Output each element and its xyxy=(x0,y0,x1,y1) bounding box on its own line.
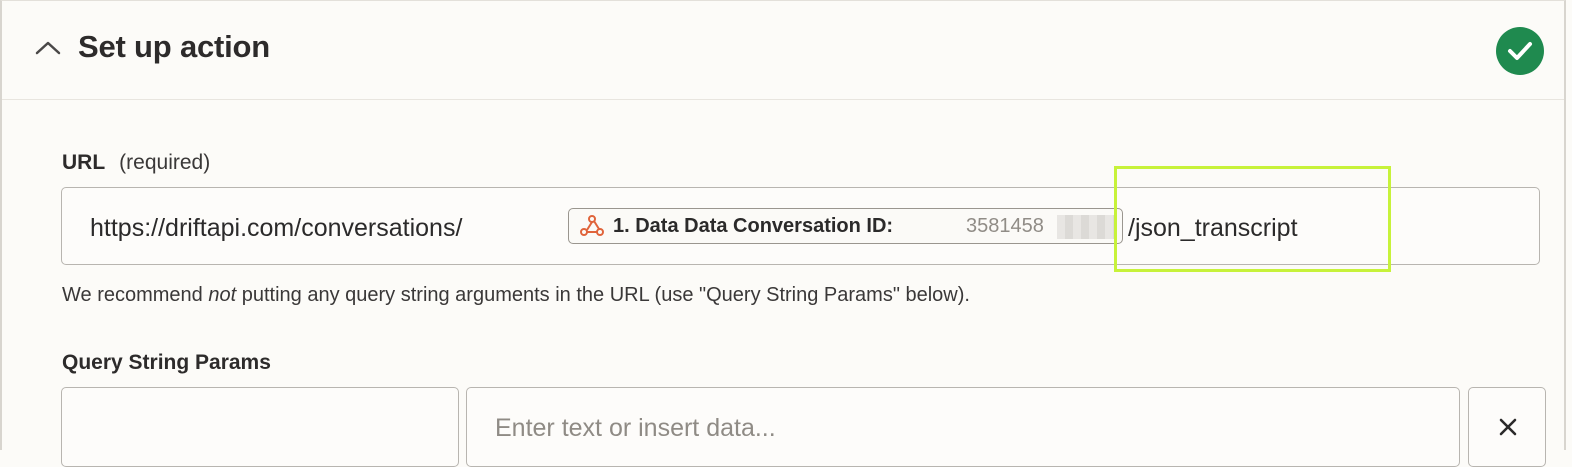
webhook-icon xyxy=(579,214,605,243)
data-pill-conversation-id[interactable]: 1. Data Data Conversation ID: 3581458 xyxy=(568,208,1123,244)
value-placeholder: Enter text or insert data... xyxy=(495,414,776,442)
help-text-after: putting any query string arguments in th… xyxy=(236,284,970,306)
url-label-text: URL xyxy=(62,151,106,174)
close-icon xyxy=(1499,418,1517,436)
help-text-emphasis: not xyxy=(208,284,237,306)
pill-value: 3581458 xyxy=(966,215,1044,237)
query-params-label: Query String Params xyxy=(62,351,271,374)
section-title: Set up action xyxy=(78,29,271,64)
help-text-before: We recommend xyxy=(62,284,209,306)
url-help-text: We recommend not putting any query strin… xyxy=(62,284,970,307)
check-circle-icon xyxy=(1496,27,1544,75)
query-param-value-input[interactable]: Enter text or insert data... xyxy=(466,387,1460,467)
url-suffix-text: /json_transcript xyxy=(1128,214,1298,242)
setup-action-panel: Set up action URL (required) https://drif… xyxy=(0,0,1566,467)
url-input[interactable]: https://driftapi.com/conversations/ 1. D… xyxy=(61,187,1540,265)
pill-label: 1. Data Data Conversation ID: xyxy=(613,215,894,237)
remove-param-button[interactable] xyxy=(1468,387,1546,467)
section-header[interactable]: Set up action xyxy=(2,1,1564,100)
redacted-value xyxy=(1057,215,1117,239)
url-prefix-text: https://driftapi.com/conversations/ xyxy=(90,214,463,242)
required-indicator: (required) xyxy=(119,151,211,174)
url-label: URL (required) xyxy=(62,151,210,175)
chevron-up-icon[interactable] xyxy=(35,38,61,58)
query-param-key-input[interactable] xyxy=(61,387,459,467)
